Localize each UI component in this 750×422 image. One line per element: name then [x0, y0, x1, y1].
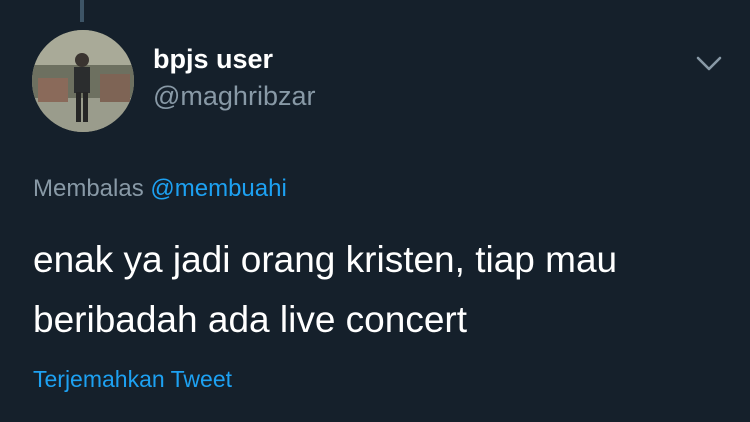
author-handle[interactable]: @maghribzar [153, 81, 315, 112]
chevron-down-icon[interactable] [693, 50, 725, 76]
avatar-photo [32, 30, 134, 132]
reply-context: Membalas @membuahi [33, 175, 287, 203]
avatar[interactable] [32, 30, 134, 132]
reply-mention-link[interactable]: @membuahi [150, 175, 286, 202]
author-display-name[interactable]: bpjs user [153, 44, 273, 75]
tweet-text: enak ya jadi orang kristen, tiap mau ber… [33, 239, 618, 340]
reply-prefix: Membalas [33, 175, 144, 202]
thread-connector-line [80, 0, 84, 22]
translate-tweet-link[interactable]: Terjemahkan Tweet [33, 366, 232, 393]
